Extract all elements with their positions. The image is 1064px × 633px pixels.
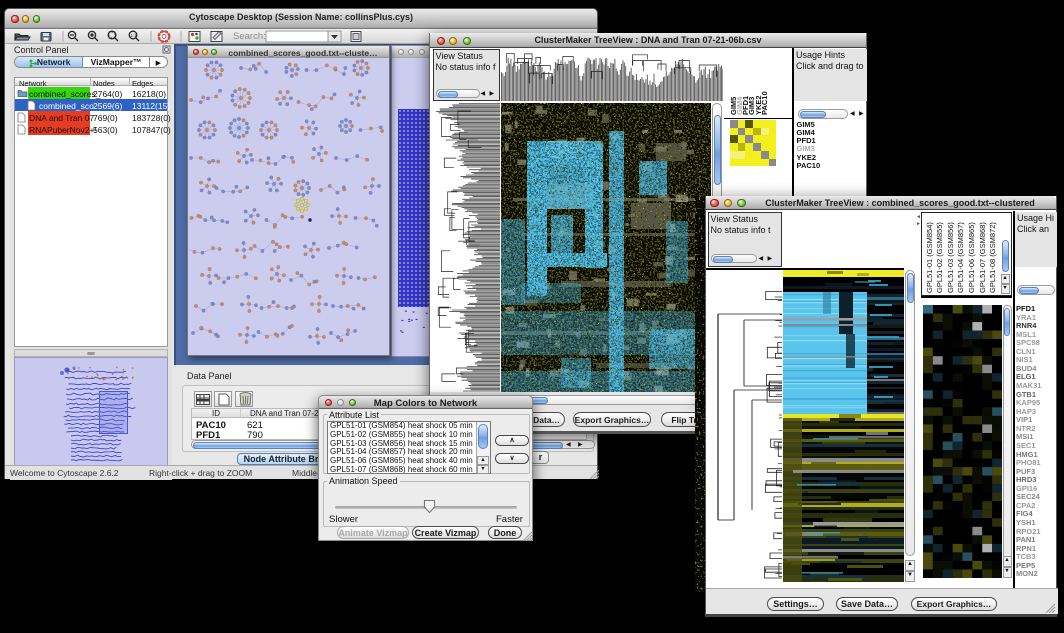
svg-text:Search:: Search: xyxy=(233,31,266,42)
svg-text:1:1: 1:1 xyxy=(131,33,138,38)
